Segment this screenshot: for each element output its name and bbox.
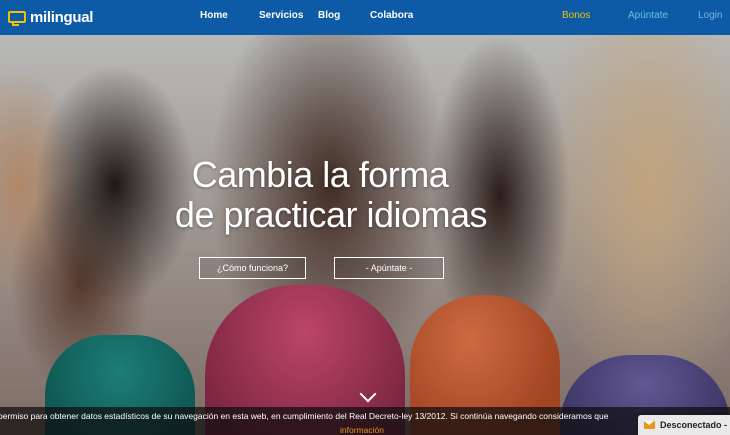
chat-widget[interactable]: Desconectado - [638, 415, 730, 435]
signup-button[interactable]: - Apúntate - [334, 257, 444, 279]
how-it-works-button[interactable]: ¿Cómo funciona? [199, 257, 306, 279]
cookie-notice-text: permiso para obtener datos estadísticos … [0, 411, 609, 421]
nav-login[interactable]: Login [698, 10, 722, 21]
nav-bonos[interactable]: Bonos [562, 10, 590, 21]
milingual-logo[interactable]: milingual [8, 8, 93, 26]
nav-blog[interactable]: Blog [318, 10, 340, 21]
chat-status-label: Desconectado - [660, 420, 728, 430]
nav-apuntate[interactable]: Apúntate [628, 10, 668, 21]
cookie-notice: permiso para obtener datos estadísticos … [0, 407, 730, 435]
nav-colabora[interactable]: Colabora [370, 10, 413, 21]
cookie-info-link[interactable]: información [340, 425, 384, 435]
hero-headline-line1: Cambia la forma [191, 154, 449, 195]
mail-icon [644, 421, 655, 429]
hero-section: Cambia la forma de practicar idiomas ¿Có… [0, 35, 730, 435]
top-navbar: milingual Home Servicios Blog Colabora B… [0, 0, 730, 35]
nav-servicios[interactable]: Servicios [259, 10, 303, 21]
logo-text: milingual [30, 8, 94, 26]
nav-home[interactable]: Home [200, 10, 228, 21]
speech-bubble-icon [8, 11, 26, 26]
hero-headline-line2: de practicar idiomas [174, 194, 488, 235]
